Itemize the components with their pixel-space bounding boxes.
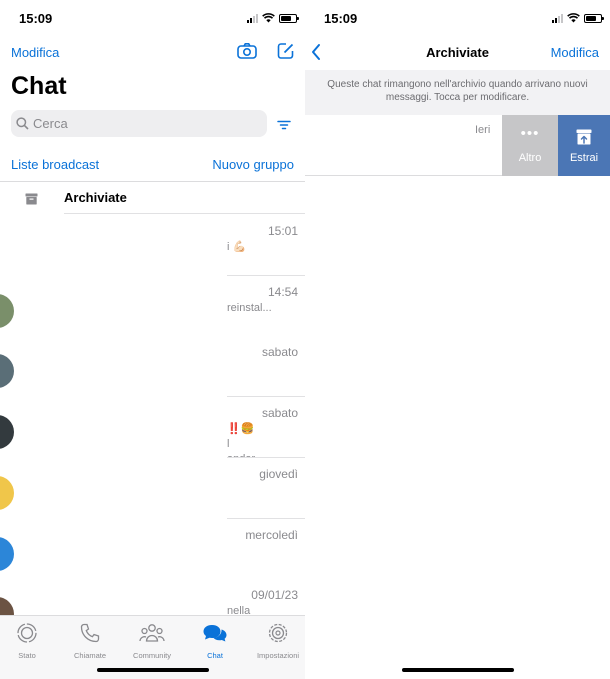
- settings-icon: [268, 623, 288, 643]
- chat-time: 15:01: [267, 224, 298, 238]
- more-label: Altro: [518, 152, 542, 164]
- chat-row-content: giovedì: [227, 457, 305, 519]
- archive-icon: [25, 192, 38, 210]
- list-links: Liste broadcast Nuovo gruppo: [11, 157, 294, 172]
- chat-time: giovedì: [259, 466, 298, 481]
- more-button[interactable]: ••• Altro: [502, 115, 558, 176]
- chat-row[interactable]: mercoledì: [0, 518, 305, 580]
- chat-row-content: 15:01 i 💪🏻: [227, 215, 305, 276]
- tab-label: Impostazioni: [256, 651, 300, 660]
- chat-row-overlay: [14, 397, 227, 459]
- unarchive-label: Estrai: [569, 152, 599, 164]
- chat-time: Ieri: [475, 124, 491, 136]
- status-time: 15:09: [19, 11, 53, 26]
- chat-row-overlay: [14, 275, 227, 337]
- signal-icon: [247, 13, 258, 23]
- chat-time: sabato: [261, 345, 298, 360]
- archive-info-banner[interactable]: Queste chat rimangono nell'archivio quan…: [305, 70, 610, 115]
- chat-list-screen: 15:09 Modifica Chat Liste broadcast Nuov…: [0, 0, 305, 679]
- chat-row-overlay: [14, 457, 227, 519]
- chat-icon: [203, 625, 227, 642]
- chat-time: sabato: [261, 406, 298, 421]
- status-icons: [247, 13, 299, 23]
- chat-row-overlay: [14, 518, 227, 580]
- chat-time: mercoledì: [245, 527, 298, 542]
- avatar: [0, 415, 14, 450]
- chat-row-content: sabato‼️🍔 l andar...: [227, 397, 305, 465]
- avatar: [0, 293, 14, 328]
- chat-row-content: sabato: [227, 336, 305, 398]
- status-icon: [17, 623, 37, 643]
- community-icon: [139, 624, 165, 642]
- new-group-link[interactable]: Nuovo gruppo: [212, 157, 294, 172]
- search-bar[interactable]: [11, 110, 267, 137]
- chat-row[interactable]: giovedì: [0, 457, 305, 519]
- status-time: 15:09: [324, 11, 358, 26]
- chat-row-content: mercoledì: [227, 518, 305, 580]
- edit-button[interactable]: Modifica: [11, 45, 59, 60]
- chat-row[interactable]: 15:01 i 💪🏻: [0, 215, 305, 276]
- tab-chat[interactable]: Chat: [185, 622, 245, 660]
- filter-icon[interactable]: [277, 117, 291, 135]
- tab-bar: Stato Chiamate Community Chat Impostazio…: [0, 615, 305, 679]
- phone-icon: [80, 623, 100, 643]
- archived-chat-row[interactable]: Ieri ••• Altro Estrai: [305, 115, 610, 176]
- avatar: [0, 233, 14, 267]
- wifi-icon: [567, 13, 580, 23]
- chat-row[interactable]: sabato: [0, 336, 305, 398]
- signal-icon: [552, 13, 563, 23]
- chat-row[interactable]: 14:54 r einstal...: [0, 275, 305, 337]
- chat-preview: r einstal...: [227, 301, 272, 314]
- chat-time: 14:54: [267, 284, 298, 299]
- archived-screen: 15:09 Archiviate Modifica Queste chat ri…: [305, 0, 610, 679]
- status-icons: [552, 13, 604, 23]
- camera-icon[interactable]: [237, 42, 257, 65]
- avatar: [0, 536, 14, 571]
- tab-stato[interactable]: Stato: [0, 622, 57, 660]
- battery-icon: [584, 13, 604, 23]
- divider: [0, 181, 305, 182]
- chat-preview: i 💪🏻: [227, 241, 247, 253]
- unarchive-icon: [576, 129, 592, 145]
- chat-time: 09/01/23: [251, 588, 298, 603]
- home-indicator: [96, 668, 209, 672]
- archived-label: Archiviate: [64, 190, 127, 205]
- search-icon: [16, 117, 29, 130]
- chat-row-overlay: [14, 215, 227, 276]
- unarchive-button[interactable]: Estrai: [558, 115, 610, 176]
- chat-row[interactable]: sabato‼️🍔 l andar...: [0, 397, 305, 465]
- tab-label: Stato: [18, 651, 36, 660]
- chat-row-overlay: [14, 336, 227, 398]
- compose-icon[interactable]: [277, 42, 295, 65]
- tab-label: Chat: [207, 651, 223, 660]
- tab-chiamate[interactable]: Chiamate: [60, 622, 120, 660]
- wifi-icon: [262, 13, 275, 23]
- tab-impostazioni[interactable]: Impostazioni: [248, 622, 305, 660]
- home-indicator: [401, 668, 514, 672]
- avatar: [0, 354, 14, 389]
- status-bar: 15:09: [305, 0, 610, 38]
- page-title: Chat: [11, 72, 67, 100]
- search-input[interactable]: [33, 116, 233, 131]
- broadcast-lists-link[interactable]: Liste broadcast: [11, 157, 99, 172]
- battery-icon: [279, 13, 299, 23]
- tab-label: Community: [133, 651, 171, 660]
- tab-label: Chiamate: [73, 651, 107, 660]
- status-bar: 15:09: [0, 0, 305, 38]
- chat-row-content: 14:54 r einstal...: [227, 275, 305, 337]
- tab-community[interactable]: Community: [122, 622, 182, 660]
- divider: [64, 213, 305, 214]
- avatar: [0, 475, 14, 510]
- archived-row[interactable]: Archiviate: [0, 183, 305, 214]
- more-dots-icon: •••: [520, 125, 540, 142]
- edit-button[interactable]: Modifica: [551, 45, 599, 60]
